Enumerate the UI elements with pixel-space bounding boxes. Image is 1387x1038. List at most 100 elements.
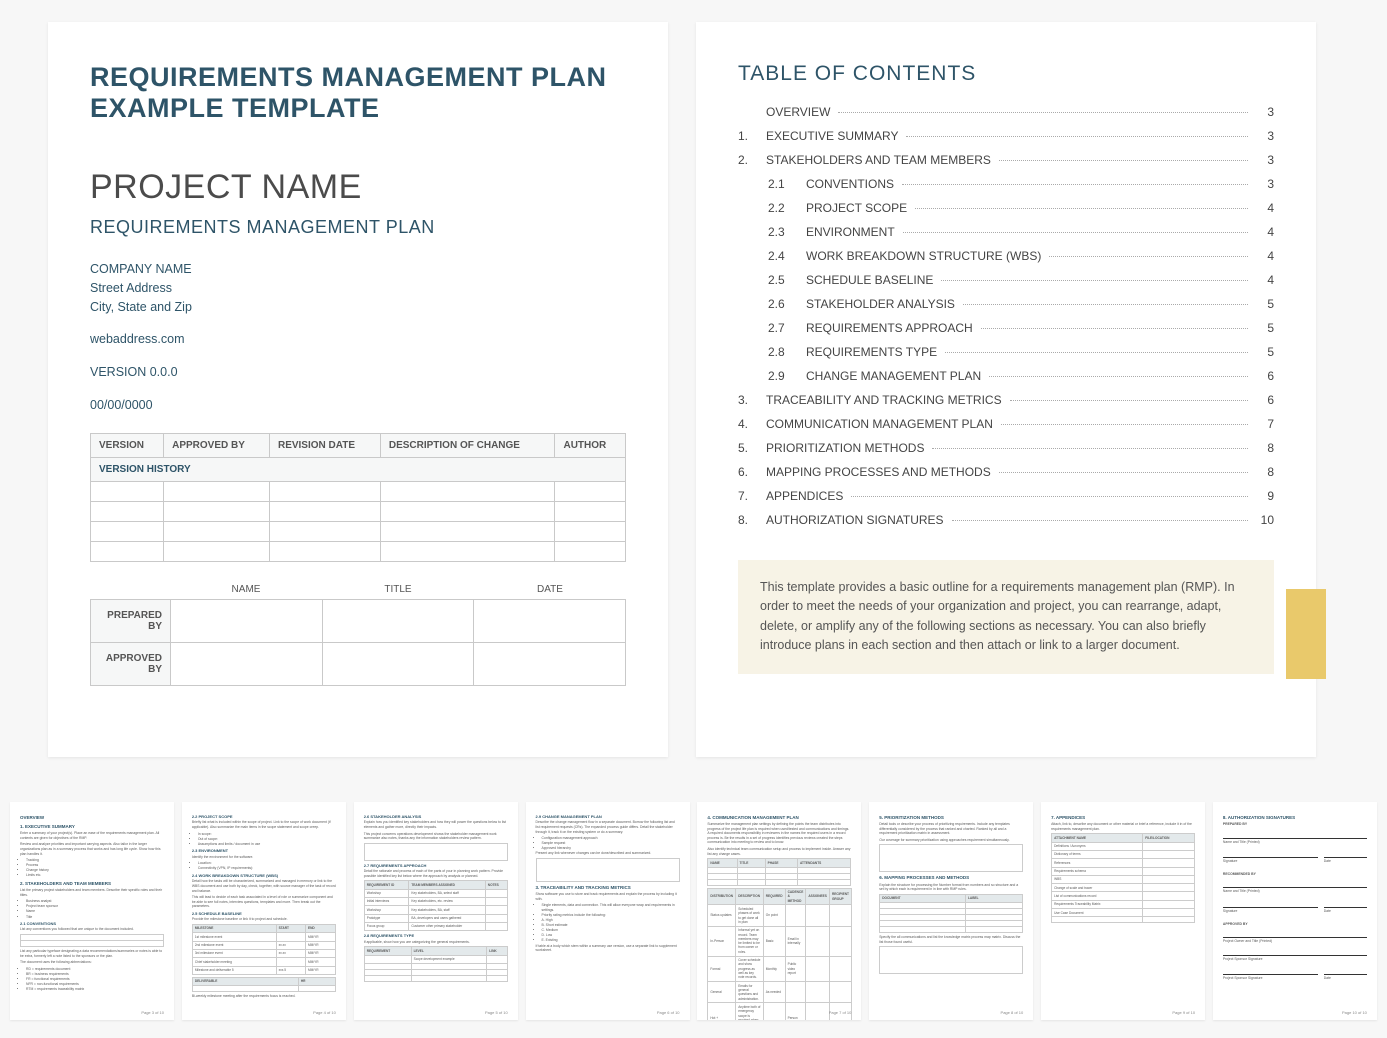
page-footer: Page 5 of 10	[485, 1010, 508, 1015]
list: RD = requirements document BR = business…	[20, 967, 164, 992]
text: Attach, link to, describe any document o…	[1051, 822, 1195, 831]
h-mapping: 6. MAPPING PROCESSES AND METHODS	[879, 875, 1023, 881]
text: Specify the all communications and list …	[879, 935, 1023, 944]
toc-entry[interactable]: 2.STAKEHOLDERS AND TEAM MEMBERS3	[738, 148, 1274, 172]
toc-entry[interactable]: 2.3ENVIRONMENT4	[738, 220, 1274, 244]
h-stakeholder-analysis: 2.6 STAKEHOLDER ANALYSIS	[364, 814, 508, 819]
text: This will lead to decide of each task as…	[192, 895, 336, 909]
prepared-by-label: PREPARED BY	[91, 599, 171, 642]
toc-entry[interactable]: 3.TRACEABILITY AND TRACKING METRICS6	[738, 388, 1274, 412]
doc-subtitle: REQUIREMENTS MANAGEMENT PLAN	[90, 217, 626, 238]
text: Review and analyze priorities and import…	[20, 842, 164, 856]
thumb-page-5: 2.6 STAKEHOLDER ANALYSIS Explain how you…	[354, 802, 518, 1020]
thumb-page-7: 4. COMMUNICATION MANAGEMENT PLAN Summari…	[697, 802, 861, 1020]
approved-by-label: APPROVED BY	[91, 642, 171, 685]
appendix-table: ATTACHMENT NAMEFILE/LOCATIONDefinitions …	[1051, 833, 1195, 923]
vh-row	[91, 541, 626, 561]
req-approach-table: REQUIREMENT IDTEAM MEMBERS ASSIGNEDNOTES…	[364, 880, 508, 931]
text: Enter a summary of your project(s). Plac…	[20, 831, 164, 840]
text: Present any link whenever changes can be…	[536, 851, 680, 856]
version-history-table: VERSION HISTORY VERSION APPROVED BY REVI…	[90, 433, 626, 562]
thumb-page-6: 2.9 CHANGE MANAGEMENT PLAN Describe the …	[526, 802, 690, 1020]
h-env: 2.3 ENVIRONMENT	[192, 848, 336, 853]
h-comm-plan: 4. COMMUNICATION MANAGEMENT PLAN	[707, 815, 851, 821]
text: Also identify technical team communicati…	[707, 847, 851, 856]
vh-row	[91, 521, 626, 541]
toc-list: OVERVIEW31.EXECUTIVE SUMMARY32.STAKEHOLD…	[738, 100, 1274, 532]
vh-col-version: VERSION	[91, 433, 164, 457]
h-priority: 5. PRIORITIZATION METHODS	[879, 815, 1023, 821]
list: Business analyst Project team sponsor Na…	[20, 899, 164, 919]
text: List the primary project stakeholders an…	[20, 888, 164, 897]
vh-row	[91, 481, 626, 501]
page-footer: Page 3 of 10	[141, 1010, 164, 1015]
page-footer: Page 4 of 10	[313, 1010, 336, 1015]
signature-block: NAME TITLE DATE PREPARED BY APPROVED BY	[90, 584, 626, 686]
address-line2: City, State and Zip	[90, 298, 626, 317]
date-label: 00/00/0000	[90, 396, 626, 415]
text: Show software you use to store and track…	[536, 892, 680, 901]
toc-entry[interactable]: 1.EXECUTIVE SUMMARY3	[738, 124, 1274, 148]
text: Bi-weekly milestone meeting after the re…	[192, 994, 336, 999]
toc-entry[interactable]: 2.8REQUIREMENTS TYPE5	[738, 340, 1274, 364]
text: This project concerns operations develop…	[364, 832, 508, 841]
h-req-type: 2.8 REQUIREMENTS TYPE	[364, 933, 508, 938]
toc-entry[interactable]: 2.7REQUIREMENTS APPROACH5	[738, 316, 1274, 340]
vh-row	[91, 501, 626, 521]
page-footer: Page 10 of 10	[1342, 1010, 1367, 1015]
h-wbs: 2.4 WORK BREAKDOWN STRUCTURE (WBS)	[192, 873, 336, 878]
comm-table: DISTRIBUTIONDESCRIPTIONREQUIREDCADENCE &…	[707, 888, 852, 1020]
vh-col-author: AUTHOR	[555, 433, 626, 457]
vh-caption: VERSION HISTORY	[91, 457, 626, 481]
toc-entry[interactable]: 5.PRIORITIZATION METHODS8	[738, 436, 1274, 460]
toc-entry[interactable]: 6.MAPPING PROCESSES AND METHODS8	[738, 460, 1274, 484]
toc-entry[interactable]: 4.COMMUNICATION MANAGEMENT PLAN7	[738, 412, 1274, 436]
h-req-approach: 2.7 REQUIREMENTS APPROACH	[364, 863, 508, 868]
toc-entry[interactable]: 2.6STAKEHOLDER ANALYSIS5	[738, 292, 1274, 316]
toc-entry[interactable]: 2.1CONVENTIONS3	[738, 172, 1274, 196]
text: Our coverage for summary prioritization …	[879, 838, 1023, 843]
h-scope: 2.2 PROJECT SCOPE	[192, 814, 336, 819]
h-schedule: 2.5 SCHEDULE BASELINE	[192, 911, 336, 916]
toc-entry[interactable]: 2.5SCHEDULE BASELINE4	[738, 268, 1274, 292]
text: Explain how you identified key stakehold…	[364, 820, 508, 829]
page-footer: Page 7 of 10	[829, 1010, 852, 1015]
text: The document uses the following abbrevia…	[20, 960, 164, 965]
text: Detail the rationale and process of each…	[364, 869, 508, 878]
toc-entry[interactable]: 7.APPENDICES9	[738, 484, 1274, 508]
schedule-table: MILESTONESTARTEND1st milestone eventMM/Y…	[192, 924, 336, 975]
doc-title-line1: REQUIREMENTS MANAGEMENT PLAN	[90, 62, 626, 93]
thumb-page-9: 7. APPENDICES Attach, link to, describe …	[1041, 802, 1205, 1020]
appr-label: APPROVED BY	[1223, 922, 1367, 927]
thumb-page-3: OVERVIEW 1. EXECUTIVE SUMMARY Enter a su…	[10, 802, 174, 1020]
sig-col-date: DATE	[474, 584, 626, 595]
toc-entry[interactable]: 8.AUTHORIZATION SIGNATURES10	[738, 508, 1274, 532]
page-footer: Page 8 of 10	[1001, 1010, 1024, 1015]
h-stakeholders: 2. STAKEHOLDERS AND TEAM MEMBERS	[20, 881, 164, 887]
vh-col-approved: APPROVED BY	[164, 433, 270, 457]
toc-entry[interactable]: OVERVIEW3	[738, 100, 1274, 124]
toc-entry[interactable]: 2.2PROJECT SCOPE4	[738, 196, 1274, 220]
prep-label: PREPARED BY	[1223, 822, 1367, 827]
title-block: REQUIREMENTS MANAGEMENT PLAN EXAMPLE TEM…	[90, 62, 626, 124]
toc-entry[interactable]: 2.9CHANGE MANAGEMENT PLAN6	[738, 364, 1274, 388]
rec-label: RECOMMENDED BY	[1223, 872, 1367, 877]
template-note: This template provides a basic outline f…	[738, 560, 1274, 674]
text: Detail tools or describe your process of…	[879, 822, 1023, 836]
toc-entry[interactable]: 2.4WORK BREAKDOWN STRUCTURE (WBS)4	[738, 244, 1274, 268]
company-meta: COMPANY NAME Street Address City, State …	[90, 260, 626, 415]
vh-col-revdate: REVISION DATE	[269, 433, 380, 457]
text: Explain the structure for processing the…	[879, 883, 1023, 892]
page-footer: Page 6 of 10	[657, 1010, 680, 1015]
sig-col-name: NAME	[170, 584, 322, 595]
vh-col-desc: DESCRIPTION OF CHANGE	[380, 433, 555, 457]
h-exec-summary: 1. EXECUTIVE SUMMARY	[20, 824, 164, 830]
map-table: DOCUMENTLABEL	[879, 894, 1023, 933]
text: Provide the milestone baseline or link i…	[192, 917, 336, 922]
h-overview: OVERVIEW	[20, 815, 164, 821]
thumb-page-4: 2.2 PROJECT SCOPE Briefly list what is i…	[182, 802, 346, 1020]
req-type-table: REQUIREMENTLEVELLINKScope development ex…	[364, 946, 508, 982]
list: Tracking Process Change history Limits e…	[20, 858, 164, 878]
text: List any conventions you followed that a…	[20, 927, 164, 932]
text: List any particular typeface designating…	[20, 949, 164, 958]
